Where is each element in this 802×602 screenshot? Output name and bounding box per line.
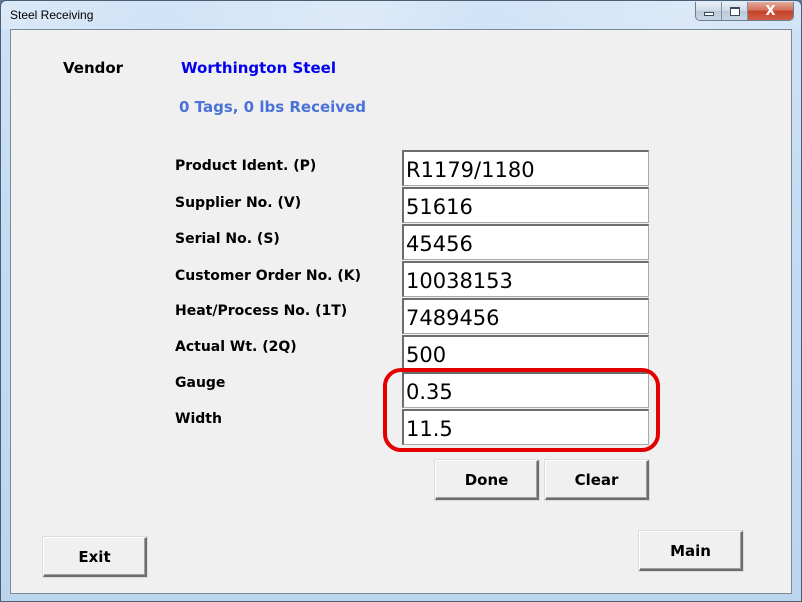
window-close-icon: X bbox=[765, 3, 776, 19]
caption-buttons: X bbox=[695, 2, 794, 21]
product-ident-label: Product Ident. (P) bbox=[175, 158, 317, 174]
steel-receiving-window: Steel Receiving X Vendor Worthington Ste… bbox=[0, 0, 802, 602]
minimize-button[interactable] bbox=[696, 2, 722, 20]
serial-no-label: Serial No. (S) bbox=[175, 231, 280, 247]
close-button[interactable]: X bbox=[748, 2, 793, 20]
supplier-no-label: Supplier No. (V) bbox=[175, 195, 302, 211]
form-client-area: Vendor Worthington Steel 0 Tags, 0 lbs R… bbox=[10, 29, 792, 594]
width-label: Width bbox=[175, 411, 222, 427]
received-summary: 0 Tags, 0 lbs Received bbox=[179, 98, 366, 116]
actual-weight-label: Actual Wt. (2Q) bbox=[175, 339, 297, 355]
gauge-label: Gauge bbox=[175, 375, 226, 391]
customer-order-no-input[interactable] bbox=[402, 261, 649, 297]
gauge-input[interactable] bbox=[402, 372, 649, 408]
heat-process-no-input[interactable] bbox=[402, 298, 649, 334]
vendor-name: Worthington Steel bbox=[181, 59, 336, 77]
vendor-label: Vendor bbox=[63, 59, 124, 77]
main-button[interactable]: Main bbox=[639, 531, 743, 571]
exit-button[interactable]: Exit bbox=[43, 537, 147, 577]
done-button[interactable]: Done bbox=[435, 460, 539, 500]
heat-process-no-label: Heat/Process No. (1T) bbox=[175, 303, 348, 319]
clear-button[interactable]: Clear bbox=[545, 460, 649, 500]
window-minimize-icon bbox=[703, 12, 714, 16]
customer-order-no-label: Customer Order No. (K) bbox=[175, 268, 362, 284]
serial-no-input[interactable] bbox=[402, 224, 649, 260]
supplier-no-input[interactable] bbox=[402, 187, 649, 223]
actual-weight-input[interactable] bbox=[402, 335, 649, 371]
width-input[interactable] bbox=[402, 409, 649, 445]
window-maximize-icon bbox=[729, 6, 740, 16]
window-title: Steel Receiving bbox=[10, 8, 94, 22]
maximize-button[interactable] bbox=[722, 2, 748, 20]
product-ident-input[interactable] bbox=[402, 150, 649, 186]
